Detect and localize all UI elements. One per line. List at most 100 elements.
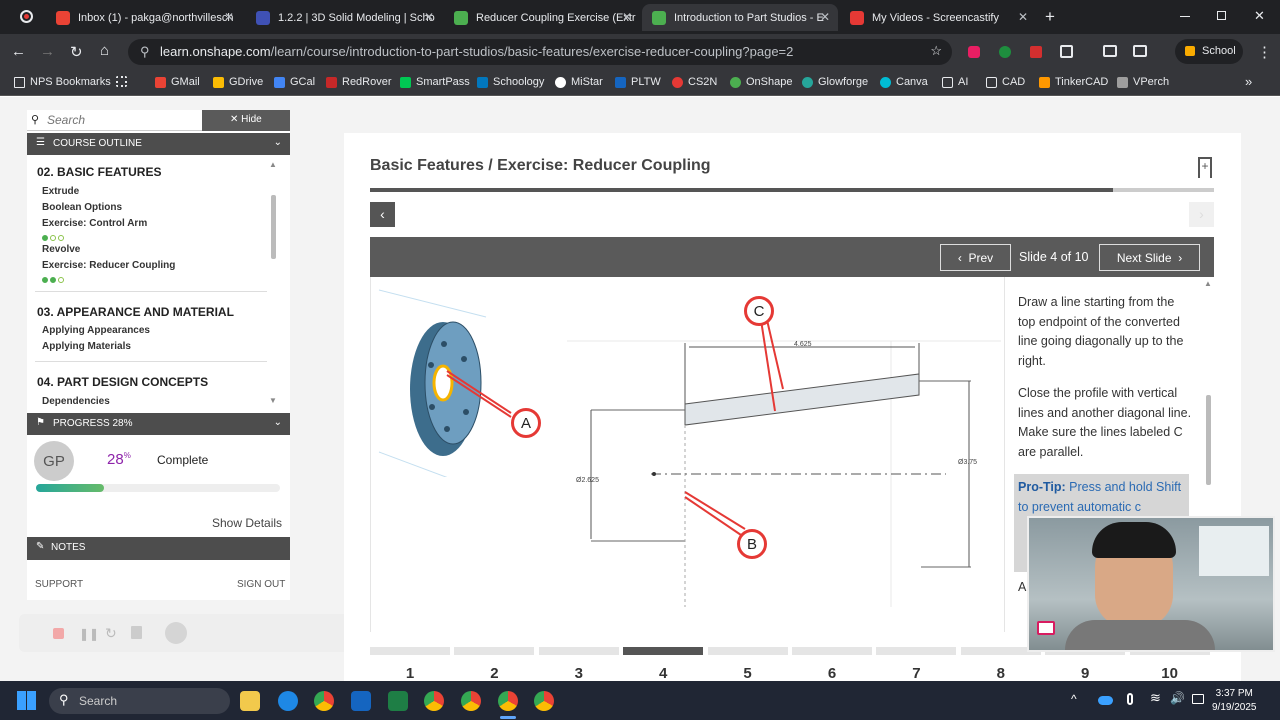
bookmark-item[interactable]: OnShape	[730, 76, 792, 88]
tab-gmail[interactable]: Inbox (1) - pakga@northvillesch ✕	[46, 4, 242, 31]
close-icon[interactable]: ✕	[224, 10, 234, 24]
chrome-profile-icon[interactable]	[461, 691, 481, 711]
file-explorer-icon[interactable]	[240, 691, 260, 711]
page-number-10[interactable]: 10	[1129, 647, 1210, 682]
back-icon[interactable]: ←	[11, 43, 26, 60]
record-icon[interactable]	[20, 10, 33, 23]
tab-reducer-coupling[interactable]: Reducer Coupling Exercise (Extr ✕	[444, 4, 640, 31]
taskbar-search[interactable]: ⚲ Search	[49, 688, 230, 714]
support-link[interactable]: SUPPORT	[35, 579, 83, 590]
page-number-3[interactable]: 3	[538, 647, 619, 682]
extension-icon[interactable]	[1030, 46, 1042, 58]
tray-overflow-icon[interactable]: ^	[1071, 692, 1077, 706]
scroll-up-icon[interactable]: ▲	[1204, 279, 1212, 288]
page-number-5[interactable]: 5	[707, 647, 788, 682]
bookmark-item[interactable]: PLTW	[615, 76, 661, 88]
excel-icon[interactable]	[388, 691, 408, 711]
bookmark-item[interactable]: TinkerCAD	[1039, 76, 1108, 88]
outline-scroll-area[interactable]: 02. BASIC FEATURES Extrude Boolean Optio…	[27, 155, 290, 410]
page-number-6[interactable]: 6	[792, 647, 872, 682]
bookmark-item[interactable]: NPS Bookmarks	[14, 76, 111, 88]
module-title[interactable]: 04. PART DESIGN CONCEPTS	[37, 375, 208, 389]
word-icon[interactable]	[351, 691, 371, 711]
bookmark-item[interactable]: Schoology	[477, 76, 544, 88]
battery-icon[interactable]	[1192, 694, 1204, 704]
module-title[interactable]: 03. APPEARANCE AND MATERIAL	[37, 305, 234, 319]
site-info-icon[interactable]: ⚲	[140, 44, 150, 60]
notes-header[interactable]: ✎ NOTES	[27, 537, 290, 560]
lesson-link[interactable]: Applying Materials	[42, 341, 131, 352]
home-icon[interactable]: ⌂	[100, 42, 109, 59]
lesson-link[interactable]: Dependencies	[42, 396, 110, 407]
reload-icon[interactable]: ↻	[70, 43, 83, 61]
bookmark-item[interactable]: GDrive	[213, 76, 263, 88]
extension-icon[interactable]	[968, 46, 980, 58]
bookmark-item[interactable]: GMail	[155, 76, 200, 88]
chrome-active-icon[interactable]	[498, 691, 518, 711]
microphone-icon[interactable]	[1127, 693, 1133, 705]
new-tab-icon[interactable]: +	[1045, 7, 1055, 27]
forward-icon[interactable]: →	[40, 43, 55, 60]
edge-icon[interactable]	[278, 691, 298, 711]
next-slide-button[interactable]: Next Slide ›	[1099, 244, 1200, 271]
onedrive-icon[interactable]	[1098, 696, 1113, 705]
windows-start-icon[interactable]	[17, 691, 36, 710]
lesson-link[interactable]: Revolve	[42, 244, 80, 255]
system-clock[interactable]: 3:37 PM 9/19/2025	[1212, 687, 1257, 715]
chrome-profile-icon[interactable]	[534, 691, 554, 711]
progress-header[interactable]: ⚑ PROGRESS 28% ⌄	[27, 413, 290, 435]
volume-icon[interactable]: 🔊	[1170, 691, 1185, 705]
bookmark-item[interactable]: SmartPass	[400, 76, 470, 88]
page-number-7[interactable]: 7	[876, 647, 957, 682]
more-bookmarks-icon[interactable]: »	[1245, 74, 1252, 89]
extension-icon[interactable]	[999, 46, 1011, 58]
lesson-link[interactable]: Exercise: Reducer Coupling	[42, 260, 175, 271]
tab-intro-part-studios[interactable]: Introduction to Part Studios - E ✕	[642, 4, 838, 31]
extensions-puzzle-icon[interactable]	[1060, 45, 1073, 58]
bookmark-item[interactable]: Canva	[880, 76, 928, 88]
cursor-icon[interactable]	[165, 622, 187, 644]
restart-icon[interactable]: ↻	[105, 625, 117, 642]
page-number-2[interactable]: 2	[454, 647, 535, 682]
delete-icon[interactable]	[131, 626, 142, 639]
chrome-icon[interactable]	[314, 691, 334, 711]
wifi-icon[interactable]: ≋	[1150, 690, 1161, 706]
pause-icon[interactable]: ❚❚	[79, 627, 99, 641]
page-number-1[interactable]: 1	[370, 647, 450, 682]
tab-search-icon[interactable]	[1103, 45, 1117, 57]
bookmark-item[interactable]: VPerch	[1117, 76, 1169, 88]
lesson-link[interactable]: Applying Appearances	[42, 325, 150, 336]
bookmark-item[interactable]: AI	[942, 76, 968, 88]
sidebar-search-input[interactable]	[47, 112, 197, 128]
scroll-up-icon[interactable]: ▲	[269, 160, 277, 169]
module-title[interactable]: 02. BASIC FEATURES	[37, 165, 161, 179]
window-close-icon[interactable]: ✕	[1254, 8, 1265, 24]
bookmark-item[interactable]: CAD	[986, 76, 1025, 88]
course-outline-header[interactable]: ☰ COURSE OUTLINE ⌄	[27, 133, 290, 155]
back-arrow-button[interactable]: ‹	[370, 202, 395, 227]
lesson-link[interactable]: Boolean Options	[42, 202, 122, 213]
minimize-icon[interactable]	[1180, 16, 1190, 17]
menu-kebab-icon[interactable]: ⋮	[1257, 43, 1272, 61]
bookmark-item[interactable]: RedRover	[326, 76, 392, 88]
close-icon[interactable]: ✕	[424, 10, 434, 24]
bookmark-item[interactable]: CS2N	[672, 76, 717, 88]
lesson-link[interactable]: Extrude	[42, 186, 79, 197]
show-details-link[interactable]: Show Details	[212, 516, 282, 530]
stop-icon[interactable]	[53, 628, 64, 639]
sign-out-link[interactable]: SIGN OUT	[237, 579, 285, 590]
page-number-8[interactable]: 8	[960, 647, 1041, 682]
close-icon[interactable]: ✕	[820, 10, 830, 24]
chrome-profile-icon[interactable]	[424, 691, 444, 711]
page-number-4[interactable]: 4	[623, 647, 704, 682]
bookmark-add-icon[interactable]: +	[1198, 157, 1212, 178]
tab-screencastify[interactable]: My Videos - Screencastify ✕	[840, 4, 1036, 31]
profile-button[interactable]: School	[1175, 39, 1243, 64]
cast-icon[interactable]	[1133, 45, 1147, 57]
close-icon[interactable]: ✕	[622, 10, 632, 24]
bookmark-item[interactable]: Glowforge	[802, 76, 868, 88]
scrollbar-thumb[interactable]	[1206, 395, 1211, 485]
scroll-down-icon[interactable]: ▼	[269, 396, 277, 405]
restore-icon[interactable]	[1217, 11, 1226, 20]
bookmark-star-icon[interactable]: ☆	[930, 43, 942, 59]
